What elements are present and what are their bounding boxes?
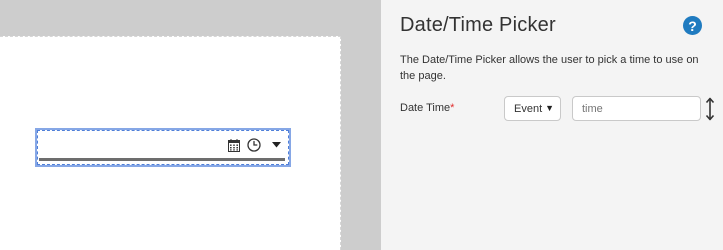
help-icon[interactable]: ? <box>683 16 702 35</box>
canvas-page[interactable] <box>0 36 341 250</box>
required-marker: * <box>450 102 455 114</box>
select-caret-icon: ▼ <box>545 103 554 113</box>
widget-underline <box>39 158 285 161</box>
caret-down-icon[interactable] <box>272 142 281 148</box>
clock-icon[interactable] <box>247 138 261 152</box>
design-canvas <box>0 0 381 250</box>
date-time-label: Date Time* <box>400 102 454 114</box>
panel-title: Date/Time Picker <box>400 14 556 36</box>
vertical-resize-icon[interactable] <box>704 96 716 122</box>
widget-icon-group <box>228 136 281 154</box>
datetime-picker-widget[interactable] <box>35 128 291 167</box>
calendar-icon[interactable] <box>228 138 240 152</box>
time-value-input[interactable] <box>572 96 701 121</box>
value-type-select[interactable]: Event ▼ <box>504 96 561 121</box>
value-type-selected: Event <box>514 102 543 115</box>
panel-description: The Date/Time Picker allows the user to … <box>400 54 699 82</box>
date-time-label-text: Date Time <box>400 102 451 114</box>
properties-panel: Date/Time Picker ? The Date/Time Picker … <box>381 0 723 250</box>
